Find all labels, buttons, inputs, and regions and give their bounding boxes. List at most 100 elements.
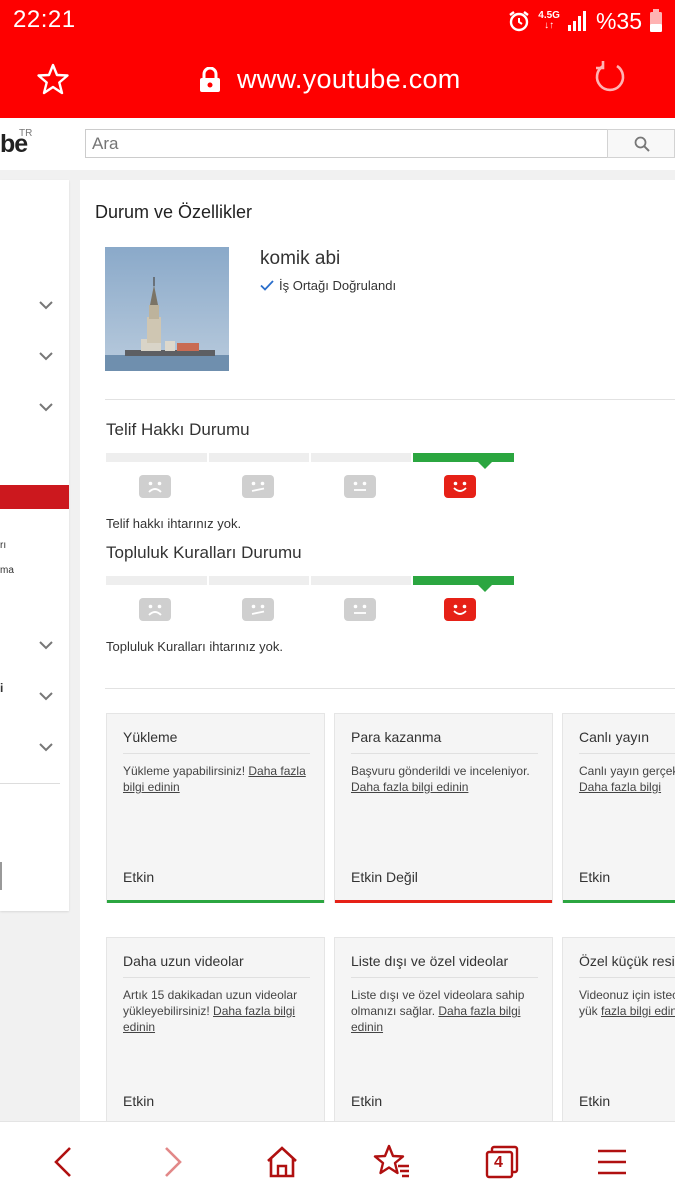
uneasy-face-icon	[242, 598, 274, 621]
battery-percent: %35	[595, 7, 642, 34]
search-button[interactable]	[607, 129, 675, 158]
card-status: Etkin	[123, 869, 155, 885]
menu-icon[interactable]	[592, 1142, 632, 1182]
home-icon[interactable]	[262, 1142, 302, 1182]
strike-segment-active	[413, 576, 514, 585]
feature-card-upload: Yükleme Yükleme yapabilirsiniz! Daha faz…	[106, 713, 325, 903]
signal-icon	[567, 11, 586, 31]
strike-pointer	[478, 585, 492, 592]
strike-segment	[106, 576, 207, 585]
neutral-face-icon	[344, 475, 376, 498]
copyright-status-title: Telif Hakkı Durumu	[106, 420, 250, 439]
network-type: 4.5G ↓↑	[538, 10, 560, 31]
status-bar: 22:21 4.5G ↓↑ %35	[0, 0, 675, 42]
tab-count: 4	[494, 1154, 503, 1171]
card-title: Canlı yayın	[579, 729, 650, 745]
card-description: Liste dışı ve özel videolara sahip olman…	[351, 988, 525, 1034]
card-description: Yükleme yapabilirsiniz! Daha fazla bilgi…	[123, 764, 306, 794]
browser-bottom-nav: 4	[0, 1121, 675, 1200]
card-divider	[123, 753, 310, 754]
community-status-title: Topluluk Kuralları Durumu	[106, 543, 302, 562]
community-status-bar	[106, 576, 514, 592]
card-title: Özel küçük resi	[579, 953, 675, 969]
partner-verified: İş Ortağı Doğrulandı	[260, 278, 396, 293]
card-title: Para kazanma	[351, 729, 442, 745]
chevron-down-icon[interactable]	[39, 403, 53, 412]
feature-card-longer-videos: Daha uzun videolar Artık 15 dakikadan uz…	[106, 937, 325, 1127]
forward-icon[interactable]	[152, 1142, 192, 1182]
card-divider	[579, 753, 675, 754]
chevron-down-icon[interactable]	[39, 301, 53, 310]
card-divider	[351, 753, 538, 754]
uneasy-face-icon	[242, 475, 274, 498]
reload-icon[interactable]	[592, 60, 628, 96]
card-description: Videonuz için istec resmi kendiniz yük f…	[579, 987, 675, 1019]
feature-card-unlisted-private: Liste dışı ve özel videolar Liste dışı v…	[334, 937, 553, 1127]
channel-name[interactable]: komik abi	[260, 248, 340, 270]
star-icon[interactable]	[36, 62, 70, 96]
card-status: Etkin	[351, 1093, 383, 1109]
card-title: Yükleme	[123, 729, 178, 745]
copyright-status-bar	[106, 453, 514, 469]
sidebar-item-label[interactable]: rı	[0, 540, 6, 551]
copyright-status-note: Telif hakkı ihtarınız yok.	[106, 516, 242, 531]
status-time: 22:21	[13, 6, 76, 33]
feature-card-custom-thumbnails: Özel küçük resi Videonuz için istec resm…	[562, 937, 675, 1127]
sidebar-divider	[0, 783, 60, 784]
verified-label: İş Ortağı Doğrulandı	[279, 278, 397, 293]
logo-region: TR	[19, 128, 33, 139]
chevron-down-icon[interactable]	[39, 641, 53, 650]
learn-more-link[interactable]: Daha fazla bilgi edinin	[351, 780, 468, 794]
sad-face-icon	[139, 598, 171, 621]
feature-card-monetization: Para kazanma Başvuru gönderildi ve incel…	[334, 713, 553, 903]
page-title: Durum ve Özellikler	[95, 202, 253, 222]
card-status-bar	[335, 900, 552, 903]
community-status-note: Topluluk Kuralları ihtarınız yok.	[106, 639, 284, 654]
strike-segment	[311, 453, 411, 462]
back-icon[interactable]	[44, 1142, 84, 1182]
card-description: Artık 15 dakikadan uzun videolar yükleye…	[123, 988, 298, 1034]
chevron-down-icon[interactable]	[39, 692, 53, 701]
sad-face-icon	[139, 475, 171, 498]
search-icon	[634, 136, 650, 152]
card-divider	[123, 977, 310, 978]
tabs-button[interactable]: 4	[482, 1142, 522, 1182]
card-status: Etkin	[123, 1093, 155, 1109]
strike-pointer	[478, 462, 492, 469]
happy-face-icon	[444, 598, 476, 621]
card-status: Etkin	[579, 869, 611, 885]
strike-segment	[106, 453, 207, 462]
strike-segment	[311, 576, 411, 585]
card-title: Daha uzun videolar	[123, 953, 244, 969]
strike-segment	[209, 453, 309, 462]
strike-segment-active	[413, 453, 514, 462]
card-divider	[351, 977, 538, 978]
section-divider	[105, 688, 675, 689]
card-title: Liste dışı ve özel videolar	[351, 953, 509, 969]
copyright-status-faces	[106, 475, 514, 499]
url-text[interactable]: www.youtube.com	[237, 64, 461, 95]
sidebar-item-label[interactable]: i	[0, 681, 3, 695]
chevron-down-icon[interactable]	[39, 352, 53, 361]
card-divider	[579, 977, 675, 978]
sidebar-button-edge[interactable]	[0, 862, 2, 890]
community-status-faces	[106, 598, 514, 622]
chevron-down-icon[interactable]	[39, 743, 53, 752]
lock-icon	[200, 67, 220, 92]
bookmarks-icon[interactable]	[372, 1142, 412, 1182]
card-status: Etkin	[579, 1093, 611, 1109]
youtube-masthead: be TR	[0, 118, 675, 170]
sidebar-item-label[interactable]: ma	[0, 565, 14, 576]
sidebar-item-active[interactable]	[0, 485, 69, 509]
search-input[interactable]	[85, 129, 608, 158]
card-description: Canlı yayın gerçek Daha fazla bilgi	[579, 764, 675, 794]
section-divider	[105, 399, 675, 400]
channel-avatar[interactable]	[105, 247, 229, 371]
browser-url-bar: www.youtube.com	[0, 42, 675, 118]
left-sidebar: rı ma i	[0, 180, 69, 911]
learn-more-link[interactable]: Daha fazla bilgi	[579, 780, 661, 794]
status-features-panel: Durum ve Özellikler komik abi İş Ortağı …	[80, 180, 675, 1127]
learn-more-link[interactable]: fazla bilgi edinin	[601, 1004, 675, 1018]
battery-icon	[650, 9, 662, 32]
card-status-bar	[107, 900, 324, 903]
